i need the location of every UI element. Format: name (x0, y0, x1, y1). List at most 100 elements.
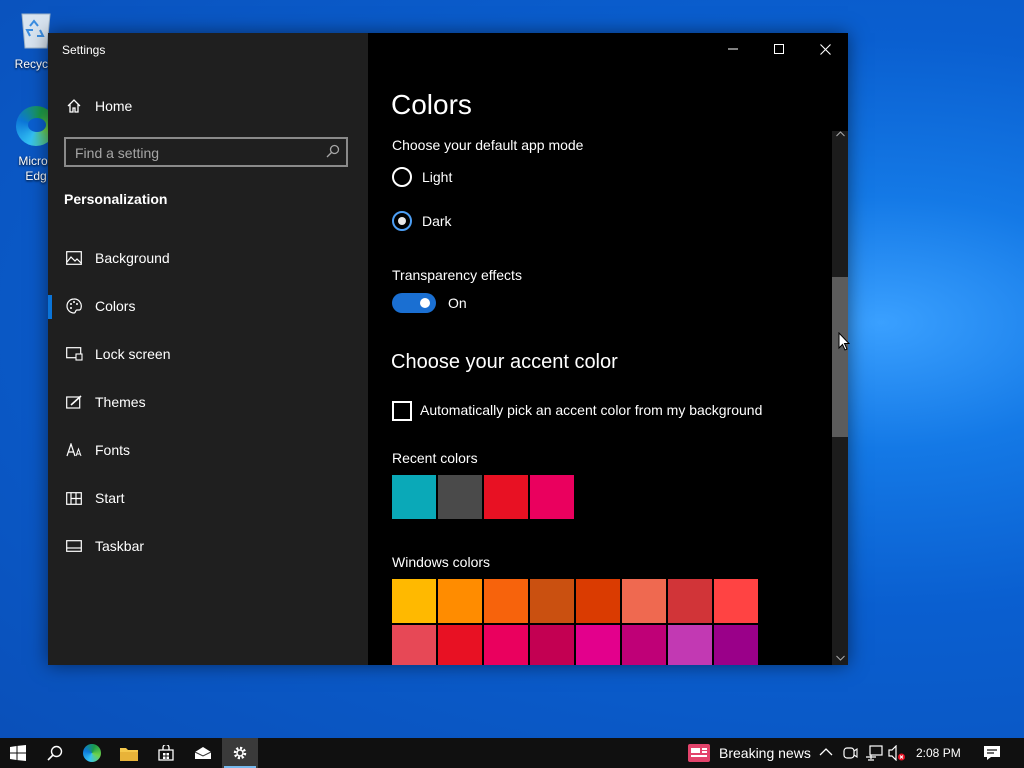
sidebar-item-label: Themes (95, 394, 146, 410)
recent-color-swatch[interactable] (438, 475, 482, 519)
windows-color-swatch[interactable] (714, 579, 758, 623)
windows-color-swatch[interactable] (576, 625, 620, 665)
edge-icon (83, 744, 101, 762)
windows-colors-label: Windows colors (392, 554, 491, 570)
sidebar-item-label: Start (95, 490, 125, 506)
windows-color-swatch[interactable] (484, 579, 528, 623)
network-icon[interactable] (865, 745, 883, 761)
windows-color-swatch[interactable] (668, 579, 712, 623)
auto-pick-checkbox[interactable] (392, 401, 412, 421)
sidebar-item-home[interactable]: Home (48, 86, 368, 126)
auto-pick-label: Automatically pick an accent color from … (420, 402, 763, 418)
mouse-cursor-icon (838, 332, 850, 351)
radio-label: Light (422, 169, 453, 185)
taskbar-icon (64, 536, 84, 556)
taskbar: Breaking news 2:08 PM (0, 738, 1024, 768)
content-pane: Colors Choose your default app mode Ligh… (368, 33, 848, 665)
windows-color-swatch[interactable] (392, 579, 436, 623)
palette-icon (64, 296, 84, 316)
transparency-label: Transparency effects (392, 267, 522, 283)
taskbar-search-button[interactable] (37, 738, 73, 768)
close-button[interactable] (802, 33, 848, 65)
taskbar-mail-button[interactable] (185, 738, 221, 768)
windows-color-swatch[interactable] (438, 579, 482, 623)
start-grid-icon (64, 488, 84, 508)
minimize-icon (728, 48, 738, 50)
sidebar-item-colors[interactable]: Colors (48, 286, 368, 326)
windows-color-swatch[interactable] (530, 625, 574, 665)
themes-brush-icon (64, 392, 84, 412)
windows-color-swatch[interactable] (714, 625, 758, 665)
chevron-down-icon (835, 655, 845, 661)
meet-now-icon[interactable] (842, 745, 858, 761)
sidebar-item-label: Home (95, 98, 133, 114)
news-widget[interactable]: Breaking news (688, 738, 811, 768)
windows-color-swatch[interactable] (438, 625, 482, 665)
sidebar-item-label: Fonts (95, 442, 131, 458)
toggle-state-label: On (448, 295, 467, 311)
fonts-icon (64, 440, 84, 460)
start-button[interactable] (0, 738, 36, 768)
lock-screen-icon (64, 344, 84, 364)
sidebar-item-lock-screen[interactable]: Lock screen (48, 334, 368, 374)
sidebar-item-label: Colors (95, 298, 136, 314)
scrollbar[interactable] (832, 131, 848, 665)
recent-color-swatch[interactable] (392, 475, 436, 519)
windows-color-swatch[interactable] (576, 579, 620, 623)
picture-icon (64, 248, 84, 268)
settings-gear-icon (233, 746, 247, 760)
app-mode-label: Choose your default app mode (392, 137, 584, 153)
recent-color-swatch[interactable] (484, 475, 528, 519)
windows-color-swatch[interactable] (622, 579, 666, 623)
chevron-up-icon (835, 131, 845, 137)
settings-window: Settings Home Personalization Background (48, 33, 848, 665)
taskbar-edge-button[interactable] (74, 738, 110, 768)
taskbar-explorer-button[interactable] (111, 738, 147, 768)
file-explorer-icon (120, 747, 138, 761)
sidebar-item-themes[interactable]: Themes (48, 382, 368, 422)
search-box (64, 137, 348, 167)
windows-color-swatch[interactable] (530, 579, 574, 623)
sidebar-item-label: Taskbar (95, 538, 145, 554)
windows-color-swatch[interactable] (622, 625, 666, 665)
close-icon (819, 43, 831, 55)
section-title: Personalization (64, 191, 168, 207)
taskbar-store-button[interactable] (148, 738, 184, 768)
search-input[interactable] (66, 139, 317, 167)
home-icon (64, 96, 84, 116)
minimize-button[interactable] (710, 33, 756, 65)
transparency-toggle[interactable] (392, 293, 436, 313)
recent-color-swatch[interactable] (530, 475, 574, 519)
search-icon[interactable] (326, 144, 340, 163)
notifications-icon[interactable] (983, 745, 1001, 761)
radio-light[interactable]: Light (392, 166, 452, 188)
start-windows-icon (10, 745, 26, 761)
page-title: Colors (391, 89, 472, 120)
sidebar-item-taskbar[interactable]: Taskbar (48, 526, 368, 566)
radio-circle (392, 167, 412, 187)
sidebar-item-fonts[interactable]: Fonts (48, 430, 368, 470)
search-icon (47, 745, 63, 761)
radio-circle-selected (392, 211, 412, 231)
chevron-up-icon[interactable] (819, 745, 833, 759)
scroll-down-arrow[interactable] (832, 655, 848, 665)
clock[interactable]: 2:08 PM (916, 746, 961, 760)
sidebar-item-label: Background (95, 250, 170, 266)
scrollbar-thumb[interactable] (832, 277, 848, 437)
news-label: Breaking news (719, 745, 811, 761)
window-title: Settings (62, 43, 106, 57)
accent-heading: Choose your accent color (391, 351, 618, 373)
volume-muted-icon[interactable] (888, 745, 906, 761)
radio-label: Dark (422, 213, 452, 229)
scroll-up-arrow[interactable] (832, 131, 848, 141)
sidebar-item-background[interactable]: Background (48, 238, 368, 278)
windows-color-swatch[interactable] (392, 625, 436, 665)
sidebar: Settings Home Personalization Background (48, 33, 368, 665)
windows-color-swatch[interactable] (484, 625, 528, 665)
sidebar-item-start[interactable]: Start (48, 478, 368, 518)
mail-icon (194, 747, 212, 759)
radio-dark[interactable]: Dark (392, 210, 452, 232)
maximize-button[interactable] (756, 33, 802, 65)
windows-color-swatch[interactable] (668, 625, 712, 665)
taskbar-settings-button[interactable] (222, 738, 258, 768)
